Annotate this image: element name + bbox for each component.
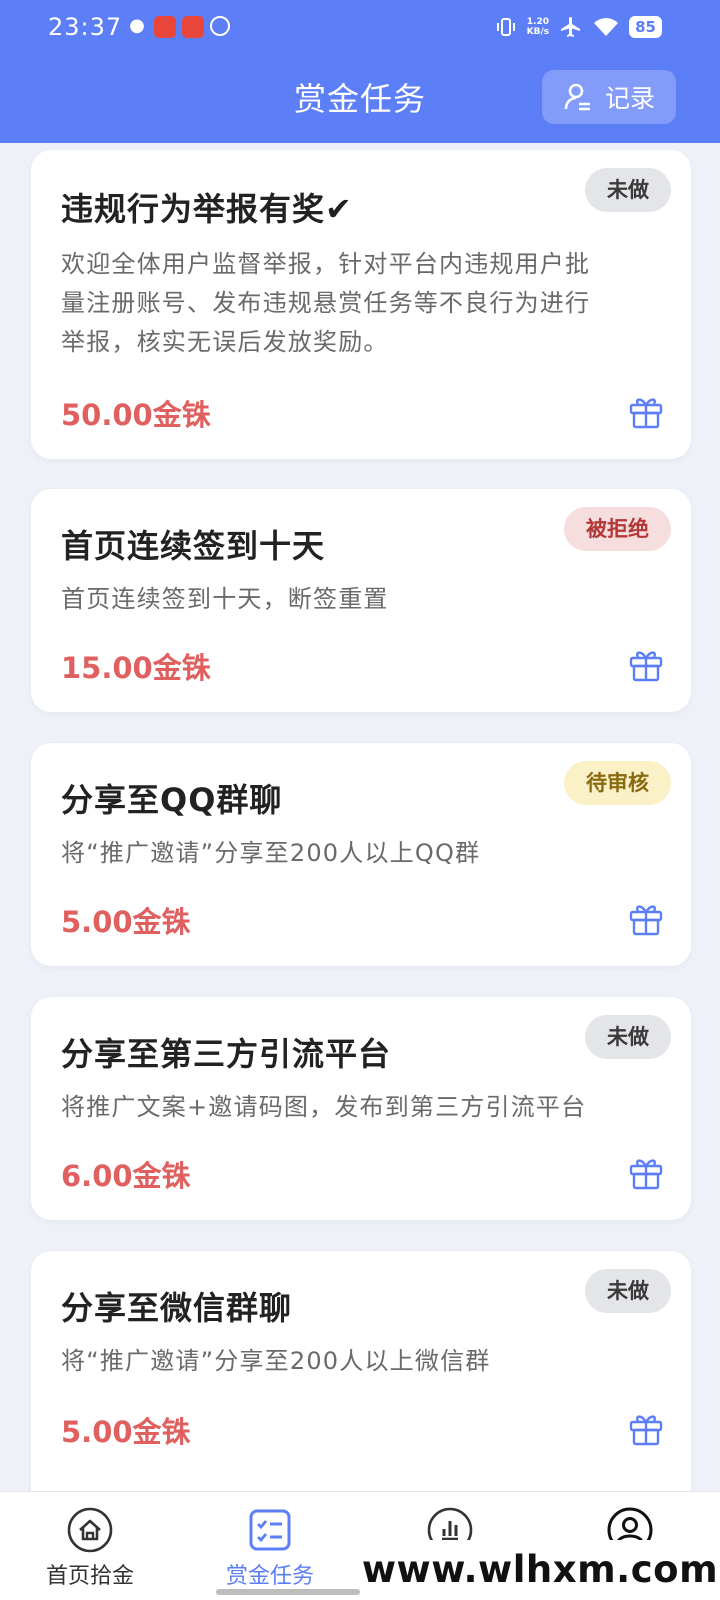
task-description-line: 将“推广邀请”分享至200人以上微信群 (61, 1347, 491, 1375)
app-notification-icon (182, 16, 204, 38)
task-title: 违规行为举报有奖✔ (61, 190, 353, 228)
task-description-line: 欢迎全体用户监督举报，针对平台内违规用户批 (61, 250, 591, 278)
status-badge: 未做 (585, 1015, 671, 1059)
airplane-mode-icon (561, 17, 581, 37)
tab-bounty-tasks-label: 赏金任务 (225, 1564, 314, 1589)
status-badge: 被拒绝 (564, 507, 671, 551)
app-notification-icon (210, 16, 230, 36)
task-description: 将“推广邀请”分享至200人以上QQ群 (61, 834, 651, 873)
watermark-text: www.wlhxm.com (360, 1540, 720, 1600)
task-card[interactable]: 分享至第三方引流平台 未做 将推广文案+邀请码图，发布到第三方引流平台 6.00… (31, 997, 691, 1220)
home-indicator (216, 1589, 360, 1595)
home-icon (67, 1507, 113, 1553)
user-record-icon (564, 83, 590, 111)
gift-icon[interactable] (627, 900, 665, 938)
tab-home-label: 首页拾金 (45, 1564, 134, 1589)
task-card[interactable]: 首页连续签到十天 被拒绝 首页连续签到十天，断签重置 15.00金铢 (31, 489, 691, 712)
network-speed-unit: KB/s (526, 27, 550, 37)
task-card[interactable]: 分享至微信群聊 未做 将“推广邀请”分享至200人以上微信群 5.00金铢 (31, 1251, 691, 1491)
task-reward: 50.00金铢 (61, 398, 211, 432)
network-speed-value: 1.20 (526, 17, 549, 27)
network-speed: 1.20 KB/s (527, 17, 549, 37)
gift-icon[interactable] (627, 393, 665, 431)
task-title: 分享至QQ群聊 (61, 781, 283, 819)
status-badge: 待审核 (564, 761, 671, 805)
task-list[interactable]: 违规行为举报有奖✔ 未做 欢迎全体用户监督举报，针对平台内违规用户批 量注册账号… (0, 143, 720, 1491)
task-reward: 5.00金铢 (61, 905, 191, 939)
gift-icon[interactable] (627, 1154, 665, 1192)
task-title: 分享至微信群聊 (61, 1289, 293, 1327)
task-description-line: 举报，核实无误后发放奖励。 (61, 328, 389, 356)
gift-icon[interactable] (627, 1410, 665, 1448)
status-indicators: 1.20 KB/s 85 (495, 15, 662, 39)
task-title: 首页连续签到十天 (61, 527, 326, 565)
task-description-line: 量注册账号、发布违规悬赏任务等不良行为进行 (61, 289, 591, 317)
record-button[interactable]: 记录 (542, 70, 676, 124)
task-description-line: 将推广文案+邀请码图，发布到第三方引流平台 (61, 1093, 587, 1121)
notification-icons: ● (126, 16, 230, 38)
tab-bounty-tasks[interactable]: 赏金任务 (180, 1492, 360, 1600)
app-notification-icon (154, 16, 176, 38)
task-description: 将“推广邀请”分享至200人以上微信群 (61, 1342, 651, 1381)
task-description: 欢迎全体用户监督举报，针对平台内违规用户批 量注册账号、发布违规悬赏任务等不良行… (61, 245, 651, 362)
tab-home[interactable]: 首页拾金 (0, 1492, 180, 1600)
task-list-icon (249, 1509, 291, 1551)
task-card[interactable]: 分享至QQ群聊 待审核 将“推广邀请”分享至200人以上QQ群 5.00金铢 (31, 743, 691, 966)
task-reward: 6.00金铢 (61, 1159, 191, 1193)
task-description-line: 首页连续签到十天，断签重置 (61, 585, 389, 613)
vibrate-icon (496, 18, 515, 36)
app-header: 23:37 ● 1.20 KB/s 85 赏金任务 记录 (0, 0, 720, 143)
task-title: 分享至第三方引流平台 (61, 1035, 392, 1073)
task-description: 首页连续签到十天，断签重置 (61, 580, 651, 619)
task-description: 将推广文案+邀请码图，发布到第三方引流平台 (61, 1088, 651, 1127)
status-badge: 未做 (585, 168, 671, 212)
task-reward: 5.00金铢 (61, 1415, 191, 1449)
wifi-icon (594, 18, 619, 36)
wechat-icon: ● (129, 15, 145, 36)
status-bar: 23:37 ● 1.20 KB/s 85 (0, 0, 720, 56)
battery-indicator: 85 (629, 16, 662, 38)
status-time: 23:37 (48, 13, 123, 41)
record-button-label: 记录 (604, 84, 655, 113)
task-description-line: 将“推广邀请”分享至200人以上QQ群 (61, 839, 481, 867)
gift-icon[interactable] (627, 646, 665, 684)
status-badge: 未做 (585, 1269, 671, 1313)
task-reward: 15.00金铢 (61, 651, 211, 685)
task-card[interactable]: 违规行为举报有奖✔ 未做 欢迎全体用户监督举报，针对平台内违规用户批 量注册账号… (31, 150, 691, 459)
